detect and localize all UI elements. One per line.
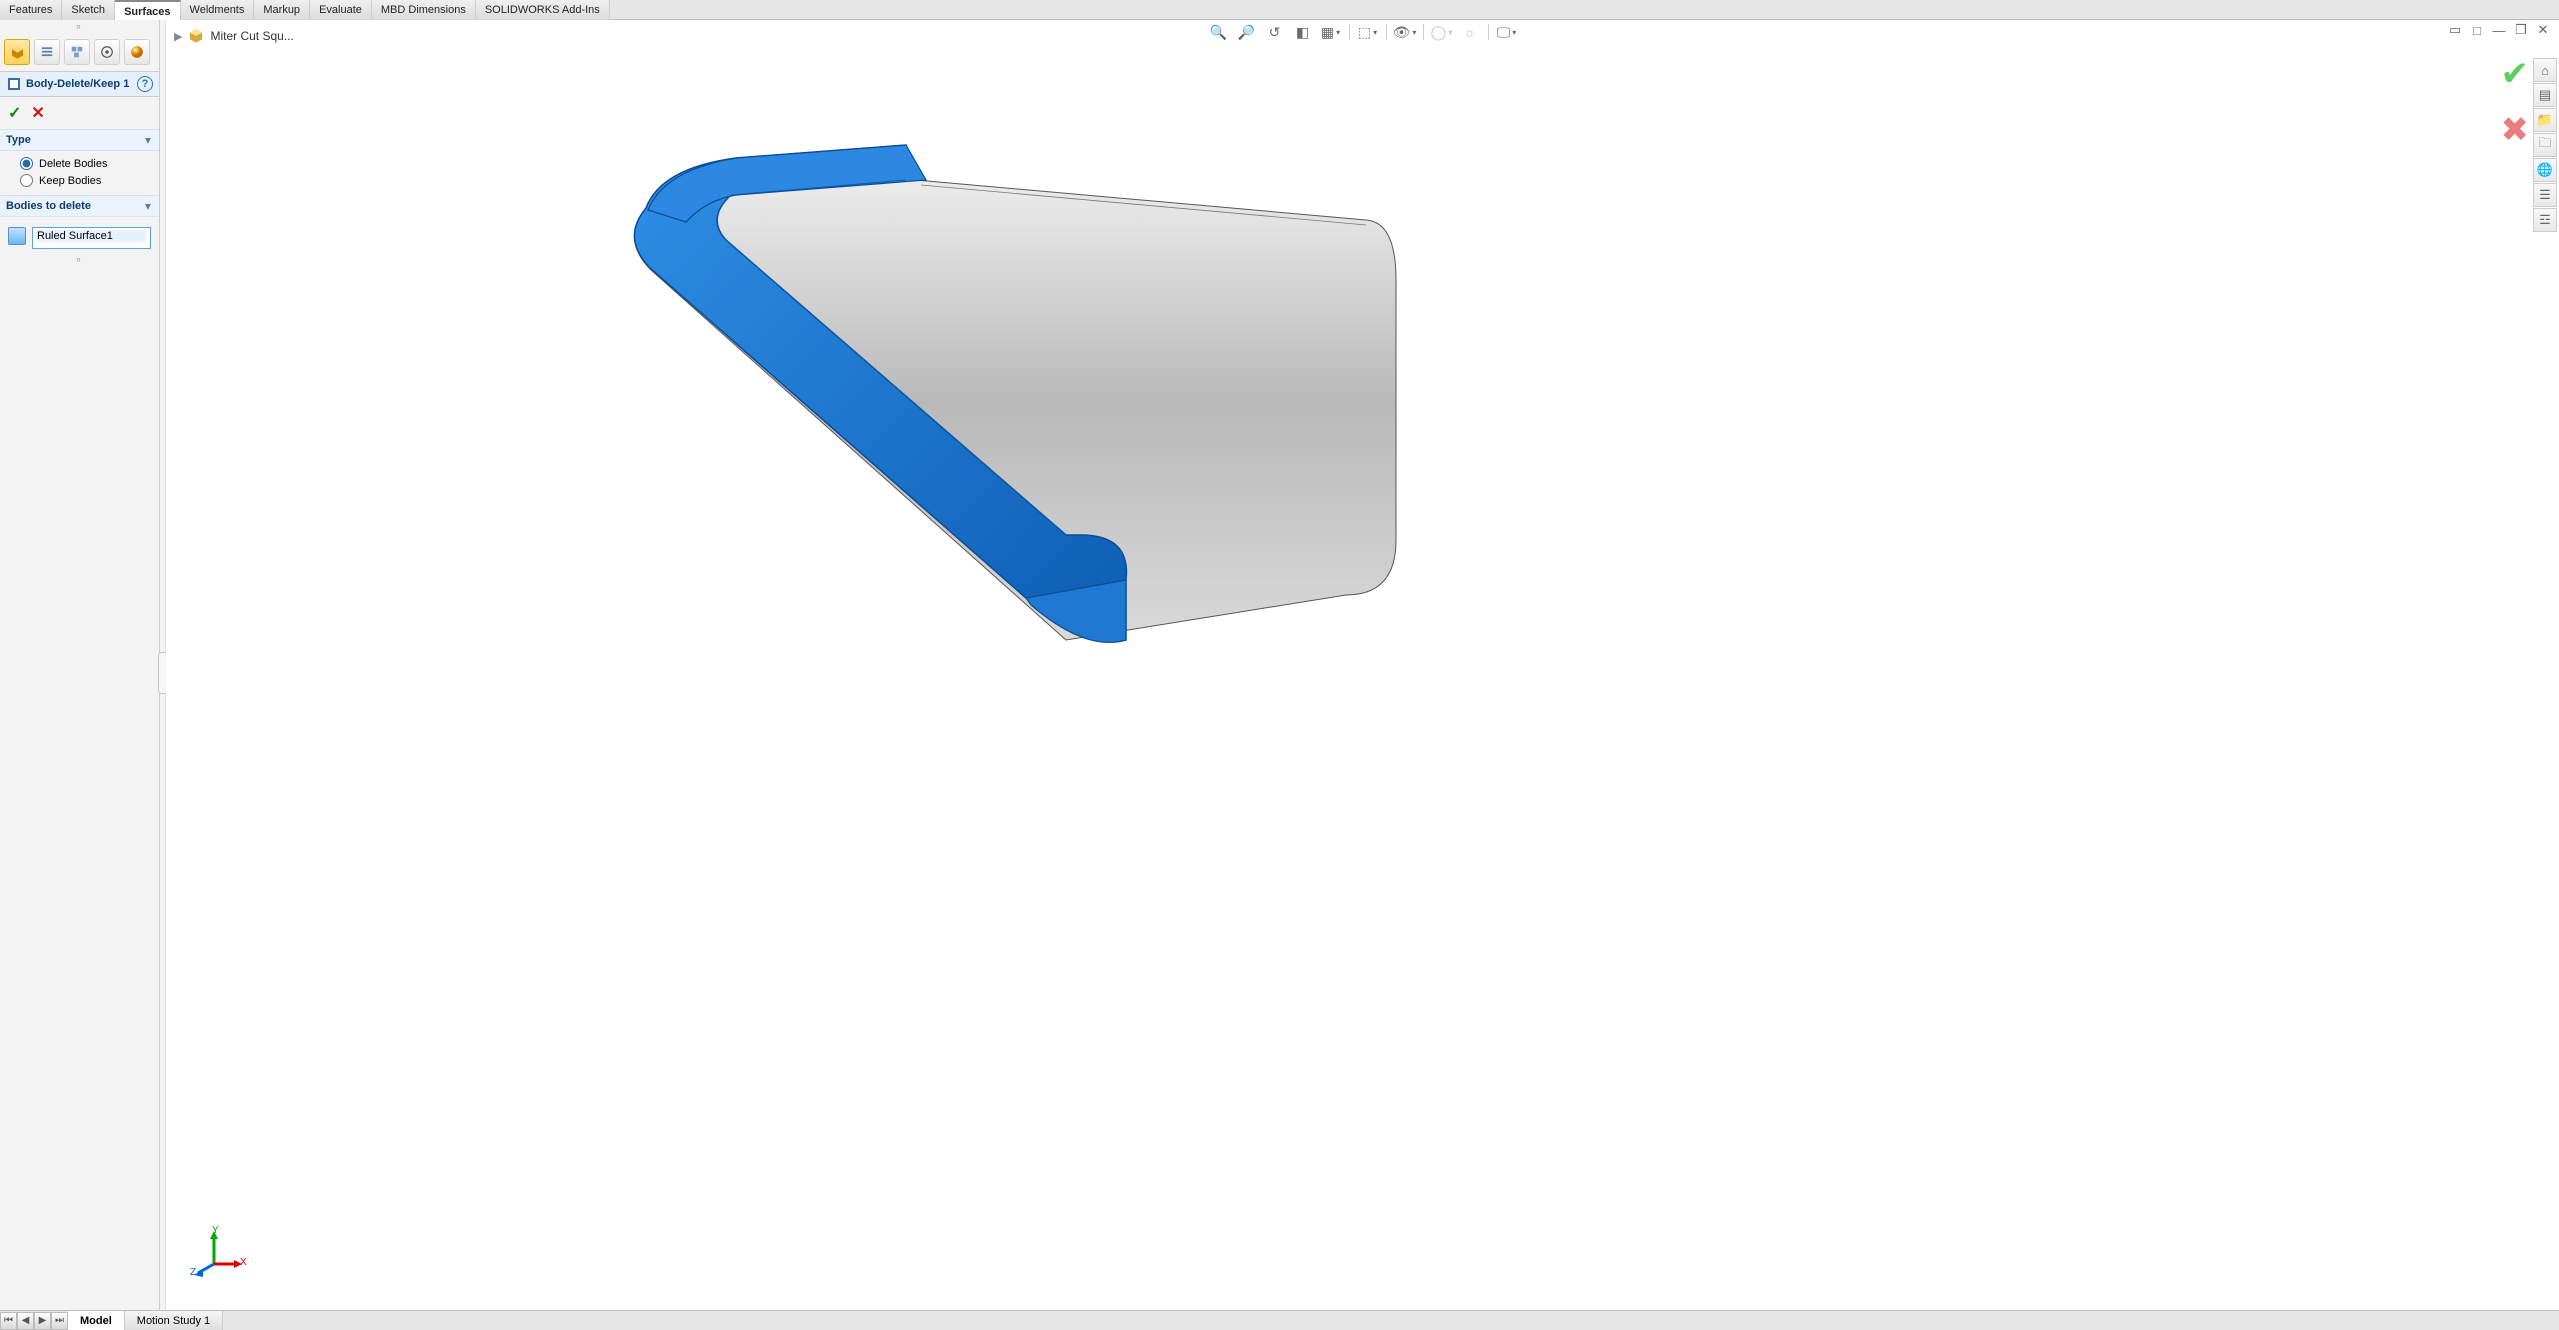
pm-feature-header: Body-Delete/Keep 1 ?: [0, 71, 159, 97]
nav-next-icon[interactable]: ▶: [34, 1312, 51, 1330]
resources-tp-icon[interactable]: ▤: [2533, 83, 2557, 107]
zoom-fit-icon[interactable]: 🔍: [1209, 22, 1229, 42]
pm-help-button[interactable]: ?: [137, 76, 153, 92]
toolbar-separator: [1488, 24, 1489, 40]
nav-first-icon[interactable]: ⏮: [0, 1312, 17, 1330]
body-delete-icon: [6, 76, 22, 92]
minimize-icon[interactable]: —: [2491, 22, 2507, 38]
design-lib-tp-icon[interactable]: 📁: [2533, 108, 2557, 132]
zoom-area-icon[interactable]: 🔎: [1237, 22, 1257, 42]
bottom-tab-bar: ⏮ ◀ ▶ ⏭ Model Motion Study 1: [0, 1310, 2559, 1330]
pm-manager-tab-strip: [0, 33, 159, 71]
restore-icon[interactable]: ❐: [2513, 22, 2529, 38]
radio-keep-bodies[interactable]: Keep Bodies: [20, 174, 151, 187]
display-style-icon[interactable]: ▦: [1321, 22, 1341, 42]
pm-confirm-row: ✓ ✕: [0, 97, 159, 129]
triad-z-label: Z: [190, 1267, 196, 1278]
task-pane: ⌂ ▤ 📁 🗀 🌐 ☰ ☲: [2533, 58, 2557, 232]
part-icon: [188, 28, 204, 44]
model-svg: [586, 140, 1406, 690]
cube-icon: [10, 45, 25, 60]
chevron-up-icon: ▲: [143, 135, 153, 146]
maximize-sub-icon[interactable]: □: [2469, 22, 2485, 38]
confirmation-corner: ✔ ✖: [2501, 54, 2530, 150]
cm-tab-surfaces[interactable]: Surfaces: [115, 0, 180, 20]
toolbar-separator: [1349, 24, 1350, 40]
breadcrumb-part-name[interactable]: Miter Cut Squ...: [210, 29, 293, 43]
pm-group-bodies-title: Bodies to delete: [6, 200, 91, 212]
section-view-icon[interactable]: ◧: [1293, 22, 1313, 42]
nav-prev-icon[interactable]: ◀: [17, 1312, 34, 1330]
breadcrumb-arrow-icon[interactable]: ▶: [174, 30, 182, 43]
panel-grip[interactable]: ∘: [0, 20, 159, 33]
cm-tab-mbd[interactable]: MBD Dimensions: [372, 0, 476, 20]
bodies-selection-list[interactable]: Ruled Surface1: [32, 227, 151, 249]
nav-last-icon[interactable]: ⏭: [51, 1312, 68, 1330]
toolbar-separator: [1423, 24, 1424, 40]
pm-tab-property-manager[interactable]: [34, 39, 60, 65]
cm-tab-sketch[interactable]: Sketch: [62, 0, 115, 20]
radio-delete-bodies-input[interactable]: [20, 157, 33, 170]
toolbar-separator: [1386, 24, 1387, 40]
pm-feature-title: Body-Delete/Keep 1: [26, 78, 133, 90]
target-icon: [100, 45, 114, 59]
triad-y-label: Y: [212, 1225, 219, 1236]
property-manager-panel: ∘ Body-Delete/Keep 1 ? ✓ ✕: [0, 20, 160, 1310]
view-settings-icon[interactable]: 🖵: [1497, 22, 1517, 42]
scene-icon[interactable]: ☼: [1460, 22, 1480, 42]
bodies-selection-row: Ruled Surface1: [8, 227, 151, 249]
cm-tab-markup[interactable]: Markup: [254, 0, 310, 20]
pm-group-type-header[interactable]: Type ▲: [0, 129, 159, 151]
hide-show-icon[interactable]: 👁: [1395, 22, 1415, 42]
pm-tab-dimxpert-manager[interactable]: [94, 39, 120, 65]
view-orient-icon[interactable]: ⬚: [1358, 22, 1378, 42]
feature-breadcrumb: ▶ Miter Cut Squ...: [174, 28, 294, 44]
appearances-tp-icon[interactable]: ☰: [2533, 183, 2557, 207]
pm-group-bodies-header[interactable]: Bodies to delete ▲: [0, 195, 159, 217]
cm-tab-weldments[interactable]: Weldments: [181, 0, 255, 20]
cm-tab-features[interactable]: Features: [0, 0, 62, 20]
surface-body-icon: [8, 227, 26, 245]
triad-x-label: X: [240, 1257, 247, 1268]
view-triad[interactable]: Y X Z: [194, 1229, 244, 1282]
graphics-area[interactable]: ▶ Miter Cut Squ... 🔍 🔎 ↺ ◧ ▦ ⬚ 👁 ◯ ☼ 🖵 ▭…: [166, 20, 2559, 1310]
list-grip[interactable]: ∘: [8, 253, 151, 266]
appearance-icon[interactable]: ◯: [1432, 22, 1452, 42]
pm-group-bodies-body: Ruled Surface1 ∘: [0, 217, 159, 274]
radio-keep-bodies-input[interactable]: [20, 174, 33, 187]
sphere-icon: [130, 45, 144, 59]
bodies-selection-item[interactable]: Ruled Surface1: [37, 230, 146, 242]
pm-tab-configuration-manager[interactable]: [64, 39, 90, 65]
bottom-nav-buttons: ⏮ ◀ ▶ ⏭: [0, 1312, 68, 1330]
home-tp-icon[interactable]: ⌂: [2533, 58, 2557, 82]
model-view[interactable]: [586, 140, 1406, 695]
pm-ok-button[interactable]: ✓: [8, 103, 21, 123]
file-explorer-tp-icon[interactable]: 🗀: [2533, 133, 2557, 157]
prev-view-icon[interactable]: ↺: [1265, 22, 1285, 42]
restore-down-icon[interactable]: ▭: [2447, 22, 2463, 38]
view-palette-tp-icon[interactable]: 🌐: [2533, 158, 2557, 182]
radio-keep-bodies-label: Keep Bodies: [39, 175, 101, 187]
bottom-tab-motion-study[interactable]: Motion Study 1: [125, 1311, 223, 1330]
pm-cancel-button[interactable]: ✕: [31, 103, 44, 123]
radio-delete-bodies-label: Delete Bodies: [39, 158, 108, 170]
config-icon: [70, 45, 84, 59]
chevron-up-icon: ▲: [143, 201, 153, 212]
heads-up-toolbar: 🔍 🔎 ↺ ◧ ▦ ⬚ 👁 ◯ ☼ 🖵: [1209, 22, 1517, 42]
corner-cancel-button[interactable]: ✖: [2501, 110, 2530, 150]
cm-tab-addins[interactable]: SOLIDWORKS Add-Ins: [476, 0, 610, 20]
window-button-group: ▭ □ — ❐ ✕: [2447, 22, 2551, 38]
command-manager-tab-strip: Features Sketch Surfaces Weldments Marku…: [0, 0, 2559, 20]
close-icon[interactable]: ✕: [2535, 22, 2551, 38]
cm-tab-evaluate[interactable]: Evaluate: [310, 0, 372, 20]
list-icon: [40, 45, 54, 59]
pm-tab-display-manager[interactable]: [124, 39, 150, 65]
radio-delete-bodies[interactable]: Delete Bodies: [20, 157, 151, 170]
custom-props-tp-icon[interactable]: ☲: [2533, 208, 2557, 232]
pm-group-type-body: Delete Bodies Keep Bodies: [0, 151, 159, 195]
pm-tab-feature-manager[interactable]: [4, 39, 30, 65]
bottom-tab-model[interactable]: Model: [68, 1311, 125, 1330]
corner-ok-button[interactable]: ✔: [2501, 54, 2530, 94]
pm-group-type-title: Type: [6, 134, 31, 146]
